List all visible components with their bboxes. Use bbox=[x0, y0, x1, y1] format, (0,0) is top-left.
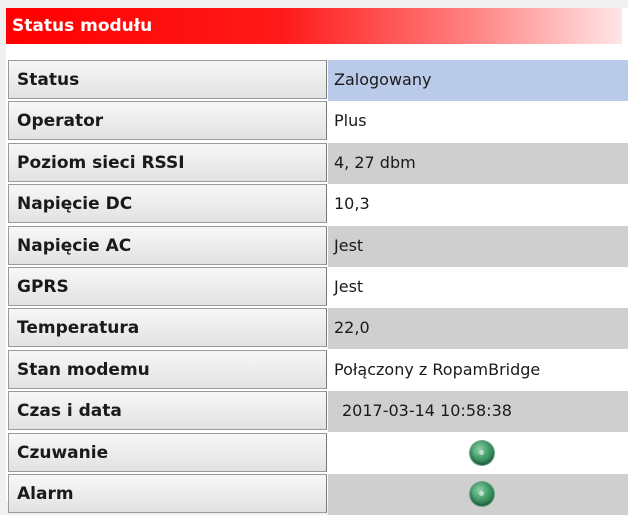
row-value-datetime: 2017-03-14 10:58:38 bbox=[328, 391, 628, 433]
row-label-temperature: Temperatura bbox=[8, 308, 327, 348]
green-led-icon bbox=[470, 440, 494, 465]
row-label-operator: Operator bbox=[8, 101, 327, 141]
row-value-temperature: 22,0 bbox=[328, 308, 628, 350]
row-value-modem-state: Połączony z RopamBridge bbox=[328, 349, 628, 391]
row-label-rssi: Poziom sieci RSSI bbox=[8, 142, 327, 182]
table-row: Czas i data 2017-03-14 10:58:38 bbox=[8, 391, 628, 433]
table-row: Poziom sieci RSSI 4, 27 dbm bbox=[8, 142, 628, 184]
panel-title: Status modułu bbox=[6, 8, 622, 44]
table-row: Alarm bbox=[8, 473, 628, 515]
status-table: Status Zalogowany Operator Plus Poziom s… bbox=[8, 60, 628, 515]
table-row: Czuwanie bbox=[8, 432, 628, 474]
table-row: Stan modemu Połączony z RopamBridge bbox=[8, 349, 628, 391]
row-label-ac-voltage: Napięcie AC bbox=[8, 225, 327, 265]
module-status-panel: Status modułu Status Zalogowany Operator… bbox=[6, 8, 628, 515]
row-label-status: Status bbox=[8, 60, 327, 99]
row-value-alarm bbox=[328, 473, 628, 515]
row-value-status: Zalogowany bbox=[328, 60, 628, 101]
row-value-armed bbox=[328, 432, 628, 474]
row-value-operator: Plus bbox=[328, 101, 628, 143]
row-value-rssi: 4, 27 dbm bbox=[328, 142, 628, 184]
table-row: Napięcie AC Jest bbox=[8, 225, 628, 267]
table-row: Operator Plus bbox=[8, 101, 628, 143]
row-value-dc-voltage: 10,3 bbox=[328, 184, 628, 226]
table-row: Status Zalogowany bbox=[8, 60, 628, 101]
table-row: Napięcie DC 10,3 bbox=[8, 184, 628, 226]
row-label-datetime: Czas i data bbox=[8, 391, 327, 431]
row-label-alarm: Alarm bbox=[8, 473, 327, 513]
row-label-gprs: GPRS bbox=[8, 266, 327, 306]
table-row: GPRS Jest bbox=[8, 266, 628, 308]
row-label-modem-state: Stan modemu bbox=[8, 349, 327, 389]
green-led-icon bbox=[470, 481, 494, 506]
row-label-dc-voltage: Napięcie DC bbox=[8, 184, 327, 224]
table-row: Temperatura 22,0 bbox=[8, 308, 628, 350]
row-value-gprs: Jest bbox=[328, 266, 628, 308]
row-label-armed: Czuwanie bbox=[8, 432, 327, 472]
row-value-ac-voltage: Jest bbox=[328, 225, 628, 267]
